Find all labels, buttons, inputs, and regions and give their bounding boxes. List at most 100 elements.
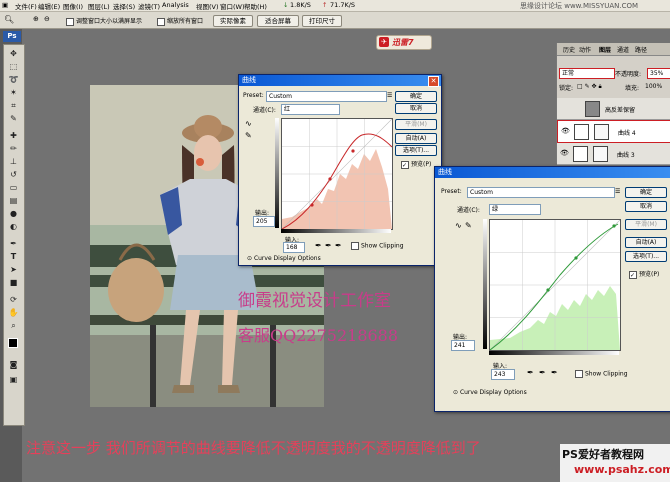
- layer-row-selected[interactable]: 👁︎ 曲线 4: [557, 120, 670, 143]
- ok-button[interactable]: 确定: [395, 91, 437, 102]
- preset-options-icon[interactable]: ☰: [387, 92, 392, 99]
- hand-tool-icon[interactable]: ✋: [7, 308, 20, 318]
- preview-checkbox[interactable]: ✓ 预览(P): [629, 269, 659, 279]
- lasso-tool-icon[interactable]: ➰: [7, 75, 20, 85]
- print-size-button[interactable]: 打印尺寸: [302, 15, 342, 27]
- curve-display-options-toggle[interactable]: ⊙ Curve Display Options: [247, 255, 321, 262]
- channel-select[interactable]: 绿: [489, 204, 541, 215]
- input-field[interactable]: 168: [283, 242, 305, 253]
- curve-graph-red[interactable]: [281, 118, 393, 230]
- blend-mode-select[interactable]: 正常: [559, 68, 615, 79]
- eyedropper-icon[interactable]: ✎: [7, 114, 20, 124]
- tab-history[interactable]: 历史: [563, 45, 575, 54]
- opacity-field[interactable]: 35%: [647, 68, 670, 79]
- 3d-rotate-icon[interactable]: ⟳: [7, 295, 20, 305]
- menu-analysis[interactable]: Analysis: [162, 1, 189, 9]
- menu-layer[interactable]: 图层(L): [88, 1, 110, 11]
- preset-select[interactable]: Custom: [266, 91, 387, 102]
- screen-mode-icon[interactable]: ▣: [7, 375, 20, 385]
- layer-row[interactable]: 高反差保留: [557, 98, 670, 120]
- visibility-eye-icon[interactable]: 👁︎: [561, 127, 570, 135]
- black-eyedropper-icon[interactable]: ✒: [315, 241, 322, 250]
- options-button[interactable]: 选项(T)...: [625, 251, 667, 262]
- crop-tool-icon[interactable]: ⌗: [7, 101, 20, 111]
- path-select-icon[interactable]: ➤: [7, 265, 20, 275]
- quick-mask-icon[interactable]: ◙: [7, 360, 20, 370]
- resize-windows-checkbox[interactable]: 调整窗口大小以满屏显示: [66, 16, 142, 26]
- curve-pencil-tool-icon[interactable]: ✎: [465, 221, 472, 230]
- curve-pencil-tool-icon[interactable]: ✎: [245, 131, 252, 140]
- ok-button[interactable]: 确定: [625, 187, 667, 198]
- input-field[interactable]: 243: [491, 369, 515, 380]
- tab-layers[interactable]: 图层: [599, 45, 611, 54]
- curve-point-tool-icon[interactable]: ∿: [455, 221, 462, 230]
- ps-menu-icon[interactable]: ▣: [2, 1, 8, 9]
- tab-paths[interactable]: 路径: [635, 45, 647, 54]
- curves-dialog-green-titlebar[interactable]: 曲线: [435, 167, 670, 178]
- options-button[interactable]: 选项(T)...: [395, 145, 437, 156]
- cancel-button[interactable]: 取消: [395, 103, 437, 114]
- shape-tool-icon[interactable]: ■: [7, 278, 20, 288]
- zoom-out-icon[interactable]: ⊖: [44, 15, 50, 23]
- healing-brush-icon[interactable]: ✚: [7, 131, 20, 141]
- magic-wand-icon[interactable]: ✶: [7, 88, 20, 98]
- tab-channels[interactable]: 通道: [617, 45, 629, 54]
- smooth-button[interactable]: 平滑(M): [395, 119, 437, 130]
- menu-filter[interactable]: 滤镜(T): [138, 1, 160, 11]
- stamp-tool-icon[interactable]: ⊥: [7, 157, 20, 167]
- white-eyedropper-icon[interactable]: ✒: [335, 241, 342, 250]
- actual-pixels-button[interactable]: 实际像素: [213, 15, 253, 27]
- zoom-all-checkbox[interactable]: 缩放所有窗口: [157, 16, 203, 26]
- history-brush-icon[interactable]: ↺: [7, 170, 20, 180]
- curves-dialog-red-titlebar[interactable]: 曲线 ✕: [239, 75, 441, 87]
- blur-tool-icon[interactable]: ●: [7, 209, 20, 219]
- curve-graph-green[interactable]: [489, 219, 621, 351]
- output-field[interactable]: 205: [253, 216, 275, 227]
- zoom-tool-box-icon[interactable]: ⌕: [7, 321, 20, 331]
- preset-options-icon[interactable]: ☰: [615, 188, 620, 195]
- smooth-button[interactable]: 平滑(M): [625, 219, 667, 230]
- menu-help[interactable]: 帮助(H): [244, 1, 267, 11]
- cancel-button[interactable]: 取消: [625, 201, 667, 212]
- menu-file[interactable]: 文件(F): [15, 1, 37, 11]
- preview-checkbox[interactable]: ✓ 预览(P): [401, 159, 431, 169]
- layer-row[interactable]: 👁︎ 曲线 3: [557, 143, 670, 165]
- curve-display-options-toggle[interactable]: ⊙ Curve Display Options: [453, 389, 527, 396]
- menu-view[interactable]: 视图(V): [196, 1, 219, 11]
- output-gradient: [483, 219, 487, 349]
- gray-eyedropper-icon[interactable]: ✒: [325, 241, 332, 250]
- move-tool-icon[interactable]: ✥: [7, 49, 20, 59]
- fill-value[interactable]: 100%: [645, 83, 662, 90]
- visibility-eye-icon[interactable]: 👁︎: [560, 149, 569, 157]
- marquee-tool-icon[interactable]: ⬚: [7, 62, 20, 72]
- preset-select[interactable]: Custom: [467, 187, 615, 198]
- type-tool-icon[interactable]: T: [7, 252, 20, 262]
- fit-screen-button[interactable]: 适合屏幕: [257, 15, 299, 27]
- brush-tool-icon[interactable]: ✏: [7, 144, 20, 154]
- pen-tool-icon[interactable]: ✒: [7, 239, 20, 249]
- auto-button[interactable]: 自动(A): [395, 133, 437, 144]
- lock-icons[interactable]: □ ✎ ✥ 🔒︎: [577, 83, 602, 91]
- xunlei-badge[interactable]: ✈ 迅雷7: [376, 35, 432, 50]
- tab-actions[interactable]: 动作: [579, 45, 591, 54]
- zoom-in-icon[interactable]: ⊕: [33, 15, 39, 23]
- gray-eyedropper-icon[interactable]: ✒: [539, 368, 546, 377]
- output-field[interactable]: 241: [451, 340, 475, 351]
- eraser-tool-icon[interactable]: ▭: [7, 183, 20, 193]
- white-eyedropper-icon[interactable]: ✒: [551, 368, 558, 377]
- menu-window[interactable]: 窗口(W): [220, 1, 245, 11]
- show-clipping-checkbox[interactable]: Show Clipping: [575, 370, 628, 378]
- menu-image[interactable]: 图像(I): [63, 1, 83, 11]
- auto-button[interactable]: 自动(A): [625, 237, 667, 248]
- menu-edit[interactable]: 编辑(E): [38, 1, 60, 11]
- gradient-tool-icon[interactable]: ▤: [7, 196, 20, 206]
- foreground-color-swatch[interactable]: [8, 338, 18, 348]
- black-eyedropper-icon[interactable]: ✒: [527, 368, 534, 377]
- channel-select[interactable]: 红: [281, 104, 340, 115]
- curve-point-tool-icon[interactable]: ∿: [245, 119, 252, 128]
- dodge-tool-icon[interactable]: ◐: [7, 222, 20, 232]
- zoom-tool-icon[interactable]: 🔍︎: [4, 15, 14, 24]
- menu-select[interactable]: 选择(S): [113, 1, 135, 11]
- show-clipping-checkbox[interactable]: Show Clipping: [351, 242, 404, 250]
- close-icon[interactable]: ✕: [428, 76, 439, 87]
